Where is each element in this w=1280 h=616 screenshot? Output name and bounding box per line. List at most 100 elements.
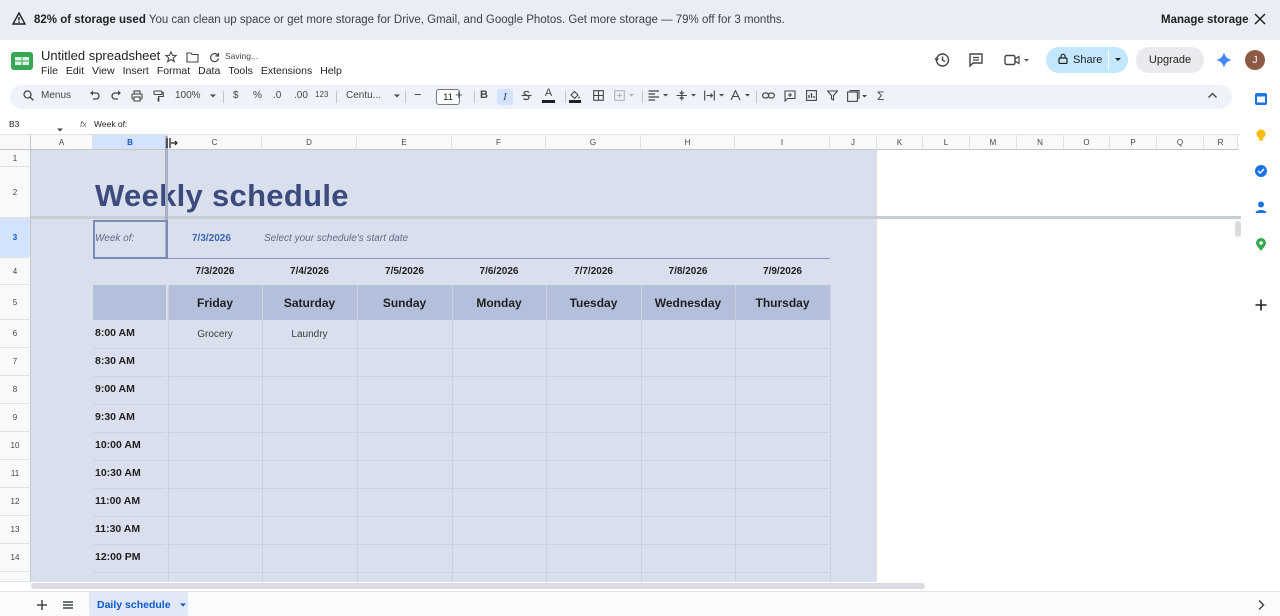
menu-format[interactable]: Format [157,65,190,77]
time-label[interactable]: 10:30 AM [95,467,141,479]
row-header-partial[interactable] [0,572,31,582]
close-icon[interactable] [1254,13,1266,28]
sheet-tab-daily-schedule[interactable]: Daily schedule [89,592,188,616]
time-label[interactable]: 11:00 AM [95,495,140,507]
cell-saturday-800[interactable]: Laundry [262,329,357,340]
column-header-i[interactable]: I [735,135,830,150]
column-header-d[interactable]: D [262,135,357,150]
formula-input[interactable]: Week of: [94,119,127,129]
column-header-k[interactable]: K [877,135,923,150]
date-cell[interactable]: 7/4/2026 [262,266,357,277]
bold-button[interactable]: B [480,89,488,101]
column-header-r[interactable]: R [1204,135,1238,150]
avatar[interactable]: J [1245,50,1265,70]
week-of-label[interactable]: Week of: [95,233,134,244]
percent-format-button[interactable]: % [253,90,262,101]
filter-views-icon[interactable] [847,90,869,102]
menus-search[interactable]: Menus [23,90,71,101]
vertical-align-icon[interactable] [676,90,698,101]
row-header-7[interactable]: 7 [0,348,31,376]
contacts-icon[interactable] [1254,200,1268,219]
zoom-select[interactable]: 100% [175,90,217,101]
filter-icon[interactable] [827,90,838,101]
menu-file[interactable]: File [41,65,58,77]
upgrade-button[interactable]: Upgrade [1136,47,1204,73]
column-header-g[interactable]: G [546,135,641,150]
document-title[interactable]: Untitled spreadsheet [41,48,160,63]
time-label[interactable]: 8:00 AM [95,327,135,339]
row-header-8[interactable]: 8 [0,376,31,404]
date-cell[interactable]: 7/5/2026 [357,266,452,277]
menu-help[interactable]: Help [320,65,342,77]
row-header-5[interactable]: 5 [0,285,31,320]
increase-font-size-button[interactable]: + [455,87,463,102]
row-header-14[interactable]: 14 [0,544,31,572]
start-date-cell[interactable]: 7/3/2026 [192,233,231,244]
row-header-12[interactable]: 12 [0,488,31,516]
functions-button[interactable]: Σ [877,89,884,103]
menu-edit[interactable]: Edit [66,65,84,77]
maps-icon[interactable] [1254,238,1268,257]
column-header-h[interactable]: H [641,135,735,150]
text-color-button[interactable]: A [542,88,555,103]
tasks-icon[interactable] [1254,164,1268,183]
column-header-l[interactable]: L [923,135,970,150]
fill-color-icon[interactable] [569,90,581,103]
text-rotation-icon[interactable] [730,90,752,101]
column-header-o[interactable]: O [1064,135,1110,150]
time-label[interactable]: 9:00 AM [95,383,135,395]
row-header-3[interactable]: 3 [0,218,31,258]
column-header-p[interactable]: P [1110,135,1157,150]
italic-button[interactable]: I [497,89,513,105]
time-label[interactable]: 9:30 AM [95,411,135,423]
currency-format-button[interactable]: $ [233,90,239,101]
chevron-down-icon[interactable] [1113,54,1123,67]
font-select[interactable]: Centu... [346,90,401,101]
date-cell[interactable]: 7/6/2026 [452,266,546,277]
paint-format-icon[interactable] [153,90,164,102]
add-addon-icon[interactable] [1254,298,1268,317]
menu-view[interactable]: View [92,65,115,77]
column-header-j[interactable]: J [830,135,877,150]
number-format-button[interactable]: 123 [315,90,328,99]
scrollbar-thumb[interactable] [1235,221,1241,237]
date-cell[interactable]: 7/8/2026 [641,266,735,277]
insert-chart-icon[interactable] [806,90,817,101]
meet-video-icon[interactable] [1004,52,1032,73]
comment-icon[interactable] [968,52,984,73]
time-label[interactable]: 12:00 PM [95,551,141,563]
redo-icon[interactable] [111,90,122,101]
sheets-logo-icon[interactable] [11,52,33,70]
time-label[interactable]: 11:30 AM [95,523,140,535]
schedule-title[interactable]: Weekly schedule [95,178,349,214]
decrease-font-size-button[interactable]: − [414,87,422,102]
time-label[interactable]: 8:30 AM [95,355,135,367]
version-history-icon[interactable] [934,52,950,73]
cell-friday-800[interactable]: Grocery [168,329,262,340]
row-header-10[interactable]: 10 [0,432,31,460]
insert-link-icon[interactable] [762,90,775,101]
row-header-9[interactable]: 9 [0,404,31,432]
chevron-down-icon[interactable] [179,601,187,609]
row-header-2[interactable]: 2 [0,167,31,218]
all-sheets-icon[interactable] [62,598,74,616]
print-icon[interactable] [131,90,143,102]
keep-icon[interactable] [1254,128,1268,147]
undo-icon[interactable] [89,90,100,101]
column-header-n[interactable]: N [1017,135,1064,150]
freeze-row-divider[interactable] [31,216,1241,219]
horizontal-align-icon[interactable] [648,90,670,101]
manage-storage-link[interactable]: Manage storage [1161,14,1249,26]
strikethrough-icon[interactable] [521,90,532,101]
menu-tools[interactable]: Tools [228,65,253,77]
text-wrapping-icon[interactable] [704,90,726,101]
row-header-4[interactable]: 4 [0,258,31,285]
menu-insert[interactable]: Insert [123,65,149,77]
select-all-corner[interactable] [0,135,31,150]
gemini-sparkle-icon[interactable] [1216,52,1232,73]
menu-extensions[interactable]: Extensions [261,65,312,77]
column-header-q[interactable]: Q [1157,135,1204,150]
row-header-13[interactable]: 13 [0,516,31,544]
vertical-scrollbar[interactable] [1234,219,1242,579]
row-header-1[interactable]: 1 [0,150,31,167]
